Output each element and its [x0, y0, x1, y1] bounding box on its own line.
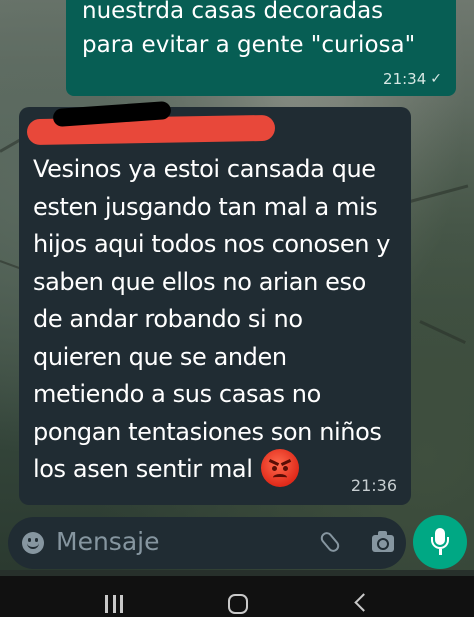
outgoing-message-time: 21:34	[383, 70, 427, 88]
outgoing-message-line: para evitar a gente "curiosa"	[82, 32, 416, 58]
incoming-message-line: de andar robando si no	[33, 305, 303, 333]
outgoing-message-line: nuestrda casas decoradas	[82, 0, 384, 24]
incoming-message-line: los asen sentir mal	[33, 455, 253, 483]
camera-icon[interactable]	[372, 531, 394, 552]
message-composer[interactable]: Mensaje	[8, 517, 406, 569]
microphone-button[interactable]	[413, 515, 467, 569]
angry-face-emoji-icon	[260, 449, 299, 487]
incoming-message-last-line: los asen sentir mal	[33, 449, 397, 489]
message-input[interactable]: Mensaje	[56, 527, 159, 556]
back-icon[interactable]	[354, 593, 373, 612]
incoming-message-bubble[interactable]: Vesinos ya estoi cansada que esten jusga…	[19, 100, 411, 505]
outgoing-message-meta: 21:34 ✓	[383, 70, 442, 88]
incoming-message-line: metiendo a sus casas no	[33, 380, 321, 408]
emoji-icon[interactable]	[22, 532, 44, 554]
recents-icon[interactable]	[105, 595, 123, 613]
incoming-message-line: quieren que se anden	[33, 342, 287, 371]
incoming-message-line: esten jusgando tan mal a mis	[33, 192, 378, 221]
incoming-message-line: saben que ellos no arian eso	[33, 267, 366, 296]
system-navigation-bar	[0, 576, 474, 617]
incoming-message-line: pongan tentasiones son niños	[33, 417, 382, 446]
outgoing-message-bubble[interactable]: nuestrda casas decoradas para evitar a g…	[66, 0, 456, 96]
incoming-message-time: 21:36	[350, 476, 397, 495]
home-icon[interactable]	[228, 594, 248, 614]
single-check-icon: ✓	[430, 71, 442, 87]
incoming-message-line: hijos aqui todos nos conosen y	[33, 230, 391, 258]
incoming-message-line: Vesinos ya estoi cansada que	[33, 155, 376, 183]
paperclip-icon[interactable]	[318, 529, 342, 555]
